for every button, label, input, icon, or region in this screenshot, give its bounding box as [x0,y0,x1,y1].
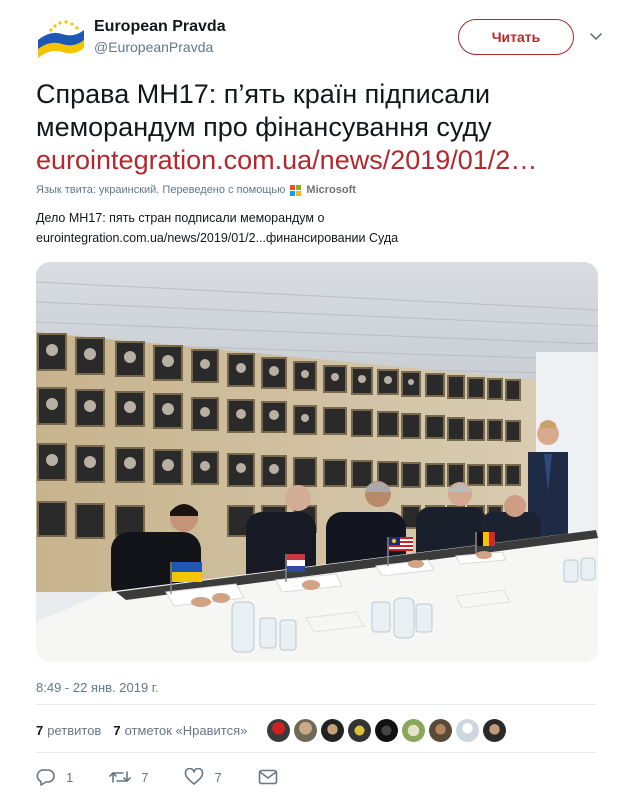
likers-avatars [267,718,507,742]
european-pravda-logo [38,20,84,58]
liker-avatar[interactable] [456,718,480,742]
chevron-down-icon[interactable] [586,26,606,46]
envelope-icon [258,769,278,785]
retweets-stat[interactable]: 7 ретвитов [36,723,101,738]
tweet-body: Справа MH17: п’ять країн підписали мемор… [36,79,492,142]
liker-avatar[interactable] [348,718,372,742]
retweets-count: 7 [36,722,44,738]
liker-avatar[interactable] [321,718,345,742]
divider [36,704,596,705]
liker-avatar[interactable] [402,718,426,742]
retweet-icon [109,771,132,783]
liker-avatar[interactable] [267,718,291,742]
follow-button[interactable]: Читать [458,19,574,55]
tweet-timestamp[interactable]: 8:49 - 22 янв. 2019 г. [36,680,159,695]
author-handle[interactable]: @EuropeanPravda [94,39,226,55]
liker-avatar[interactable] [483,718,507,742]
reply-icon [36,769,55,786]
like-button[interactable]: 7 [184,768,222,786]
likes-stat[interactable]: 7 отметок «Нравится» [113,723,247,738]
likes-count: 7 [113,722,121,738]
liker-avatar[interactable] [294,718,318,742]
tweet-link[interactable]: eurointegration.com.ua/news/2019/01/2… [36,144,596,177]
reply-count: 1 [66,769,74,785]
translation-meta: Язык твита: украинский. Переведено с пом… [36,184,356,196]
reply-button[interactable]: 1 [36,768,73,786]
liker-avatar[interactable] [429,718,453,742]
translation-provider: Microsoft [306,184,356,196]
liker-avatar[interactable] [375,718,399,742]
retweet-count: 7 [141,769,149,785]
translation-meta-text: Язык твита: украинский. Переведено с пом… [36,184,286,196]
tweet-header: European Pravda @EuropeanPravda Читать [36,12,606,62]
like-count: 7 [214,769,222,785]
heart-icon [185,768,204,785]
microsoft-icon [290,184,302,196]
tweet-text: Справа MH17: п’ять країн підписали мемор… [36,78,596,177]
divider [36,752,596,753]
author-block: European Pravda @EuropeanPravda [94,18,226,55]
avatar[interactable] [36,16,86,62]
retweets-label: ретвитов [47,722,102,738]
retweet-button[interactable]: 7 [109,768,148,786]
direct-message-button[interactable] [258,769,288,785]
author-name[interactable]: European Pravda [94,18,226,36]
tweet-actions: 1 7 7 [36,764,324,790]
tweet-photo[interactable] [36,262,598,662]
translated-text: Дело MH17: пять стран подписали меморанд… [36,211,399,245]
signing-ceremony-photo [36,262,598,662]
likes-label: отметок «Нравится» [124,722,248,738]
tweet-stats: 7 ретвитов 7 отметок «Нравится» [36,712,596,748]
